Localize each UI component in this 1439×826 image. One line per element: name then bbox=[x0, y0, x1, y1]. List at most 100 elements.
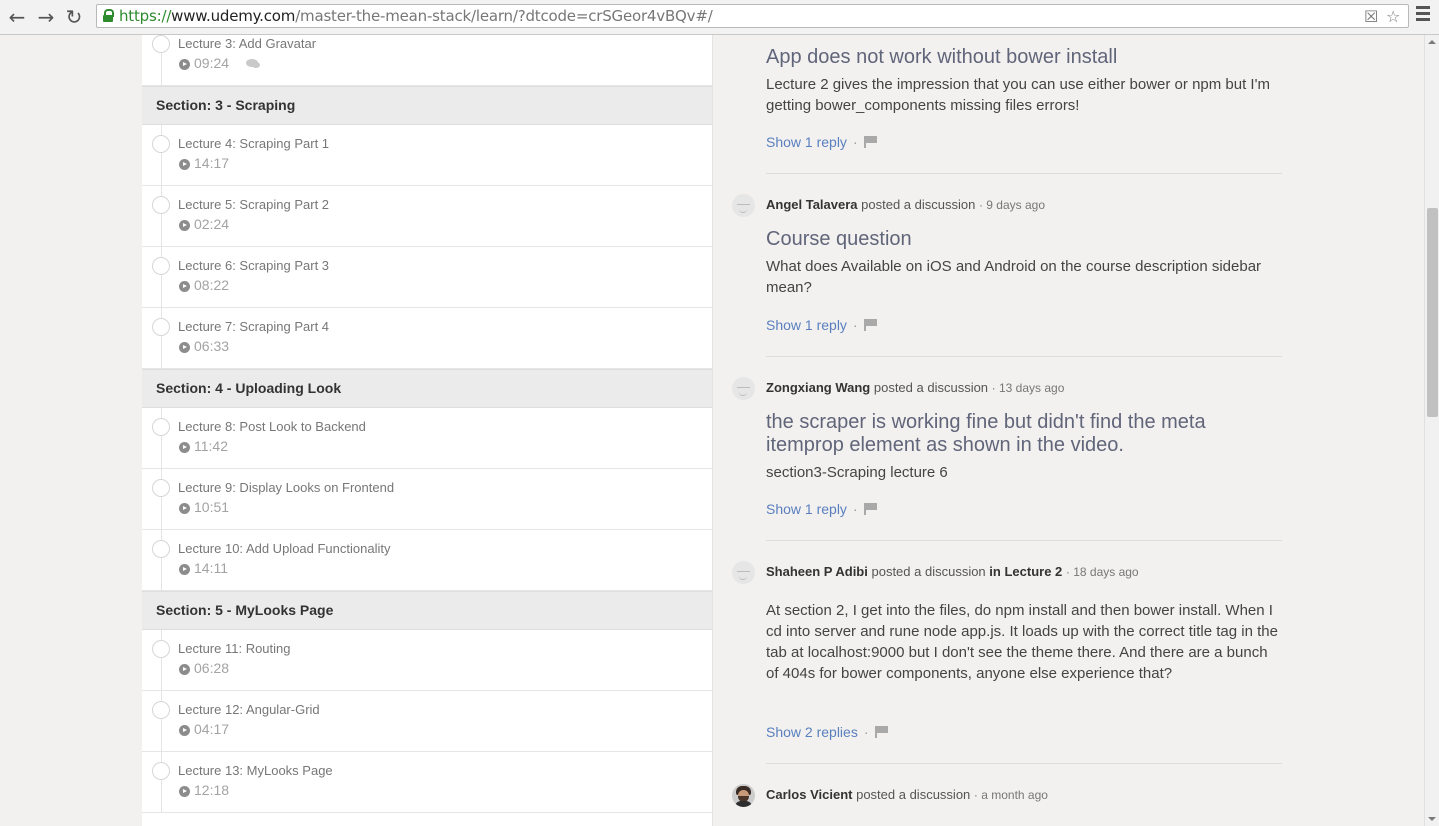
lecture-duration: 10:51 bbox=[194, 499, 230, 515]
curriculum-list: Lecture 3: Add Gravatar 09:24 Section: 3 -… bbox=[142, 35, 713, 826]
progress-circle-icon[interactable] bbox=[152, 196, 170, 214]
url-path: /master-the-mean-stack/learn/?dtcode=crS… bbox=[295, 7, 713, 25]
progress-circle-icon[interactable] bbox=[152, 257, 170, 275]
flag-icon[interactable] bbox=[863, 319, 878, 331]
show-replies-link[interactable]: Show 1 reply bbox=[766, 317, 847, 333]
post-action: posted a discussion bbox=[861, 197, 976, 212]
flag-icon[interactable] bbox=[863, 503, 878, 515]
lecture-duration: 04:17 bbox=[194, 721, 230, 737]
author-name[interactable]: Carlos Vicient bbox=[766, 787, 852, 802]
scroll-down-arrow-icon[interactable] bbox=[1428, 817, 1436, 821]
lecture-duration: 11:42 bbox=[194, 438, 228, 454]
discussion-title[interactable]: App does not work without bower install bbox=[766, 46, 1276, 69]
lecture-item[interactable]: Lecture 7: Scraping Part 4 06:33 bbox=[142, 308, 712, 369]
post-time: · a month ago bbox=[973, 788, 1048, 802]
lecture-item[interactable]: Lecture 5: Scraping Part 2 02:24 bbox=[142, 186, 712, 247]
discussion-actions: Show 1 reply · bbox=[766, 317, 878, 333]
avatar[interactable] bbox=[732, 377, 755, 400]
show-replies-link[interactable]: Show 1 reply bbox=[766, 134, 847, 150]
post-time: · 18 days ago bbox=[1065, 565, 1139, 579]
divider bbox=[766, 763, 1282, 764]
lecture-title[interactable]: Lecture 10: Add Upload Functionality bbox=[178, 541, 390, 556]
lecture-item[interactable]: Lecture 12: Angular-Grid 04:17 bbox=[142, 691, 712, 752]
url-text[interactable]: https://www.udemy.com/master-the-mean-st… bbox=[119, 7, 713, 25]
lecture-item[interactable]: Lecture 10: Add Upload Functionality 14:1… bbox=[142, 530, 712, 591]
show-replies-link[interactable]: Show 1 reply bbox=[766, 501, 847, 517]
play-icon bbox=[179, 59, 190, 70]
lecture-duration: 14:17 bbox=[194, 155, 230, 171]
reload-icon[interactable]: ↻ bbox=[62, 5, 86, 29]
lecture-item[interactable]: Lecture 3: Add Gravatar 09:24 bbox=[142, 35, 712, 86]
avatar[interactable] bbox=[732, 561, 755, 584]
address-bar[interactable]: https://www.udemy.com/master-the-mean-st… bbox=[96, 4, 1409, 28]
post-action: posted a discussion bbox=[856, 787, 971, 802]
discussion-meta: Angel Talavera posted a discussion · 9 d… bbox=[766, 197, 1045, 212]
divider bbox=[766, 540, 1282, 541]
post-time: · 9 days ago bbox=[978, 198, 1046, 212]
lecture-item[interactable]: Lecture 4: Scraping Part 1 14:17 bbox=[142, 125, 712, 186]
forward-arrow-icon[interactable]: → bbox=[34, 5, 58, 29]
flag-icon[interactable] bbox=[874, 726, 889, 738]
progress-circle-icon[interactable] bbox=[152, 418, 170, 436]
play-icon bbox=[179, 564, 190, 575]
lecture-duration: 12:18 bbox=[194, 782, 230, 798]
avatar[interactable] bbox=[732, 784, 755, 807]
lecture-item[interactable]: Lecture 6: Scraping Part 3 08:22 bbox=[142, 247, 712, 308]
author-name[interactable]: Angel Talavera bbox=[766, 197, 858, 212]
section-header: Section: 3 - Scraping bbox=[142, 86, 712, 125]
lecture-title[interactable]: Lecture 9: Display Looks on Frontend bbox=[178, 480, 394, 495]
discussion-meta: Carlos Vicient posted a discussion · a m… bbox=[766, 787, 1048, 802]
author-name[interactable]: Zongxiang Wang bbox=[766, 380, 870, 395]
lecture-item[interactable]: Lecture 8: Post Look to Backend 11:42 bbox=[142, 408, 712, 469]
play-icon bbox=[179, 503, 190, 514]
lecture-title[interactable]: Lecture 8: Post Look to Backend bbox=[178, 419, 366, 434]
lecture-duration: 06:33 bbox=[194, 338, 230, 354]
section-header: Section: 4 - Uploading Look bbox=[142, 369, 712, 408]
post-action: posted a discussion bbox=[873, 380, 989, 395]
discussion-bubble-icon[interactable] bbox=[246, 59, 260, 68]
lecture-title[interactable]: Lecture 4: Scraping Part 1 bbox=[178, 136, 329, 151]
lecture-title[interactable]: Lecture 5: Scraping Part 2 bbox=[178, 197, 329, 212]
progress-circle-icon[interactable] bbox=[152, 318, 170, 336]
lecture-link[interactable]: in Lecture 2 bbox=[989, 564, 1062, 579]
discussion-title[interactable]: the scraper is working fine but didn't f… bbox=[766, 411, 1276, 457]
progress-circle-icon[interactable] bbox=[152, 540, 170, 558]
divider bbox=[766, 173, 1282, 174]
progress-circle-icon[interactable] bbox=[152, 701, 170, 719]
lecture-duration: 14:11 bbox=[194, 560, 228, 576]
progress-circle-icon[interactable] bbox=[152, 135, 170, 153]
lecture-item[interactable]: Lecture 9: Display Looks on Frontend 10:5… bbox=[142, 469, 712, 530]
lecture-title[interactable]: Lecture 6: Scraping Part 3 bbox=[178, 258, 329, 273]
discussion-title[interactable]: Course question bbox=[766, 228, 1276, 251]
section-title: Section: 4 - Uploading Look bbox=[156, 380, 342, 396]
progress-circle-icon[interactable] bbox=[152, 35, 170, 53]
flag-icon[interactable] bbox=[863, 136, 878, 148]
avatar[interactable] bbox=[732, 194, 755, 217]
author-name[interactable]: Shaheen P Adibi bbox=[766, 564, 868, 579]
play-icon bbox=[179, 281, 190, 292]
lecture-item[interactable]: Lecture 11: Routing 06:28 bbox=[142, 630, 712, 691]
scrollbar-thumb[interactable] bbox=[1427, 208, 1438, 417]
section-title: Section: 5 - MyLooks Page bbox=[156, 602, 334, 618]
discussion-body: section3-Scraping lecture 6 bbox=[766, 464, 948, 481]
play-icon bbox=[179, 664, 190, 675]
lecture-title[interactable]: Lecture 13: MyLooks Page bbox=[178, 763, 333, 778]
page-scrollbar[interactable] bbox=[1424, 35, 1439, 826]
progress-circle-icon[interactable] bbox=[152, 479, 170, 497]
url-host: www.udemy.com bbox=[171, 7, 296, 25]
lecture-title[interactable]: Lecture 11: Routing bbox=[178, 641, 291, 656]
show-replies-link[interactable]: Show 2 replies bbox=[766, 724, 858, 740]
progress-circle-icon[interactable] bbox=[152, 640, 170, 658]
bookmark-star-icon[interactable]: ☆ bbox=[1386, 7, 1400, 26]
browser-menu-icon[interactable] bbox=[1416, 6, 1430, 26]
lecture-item[interactable]: Lecture 13: MyLooks Page 12:18 bbox=[142, 752, 712, 813]
lecture-title[interactable]: Lecture 7: Scraping Part 4 bbox=[178, 319, 329, 334]
lecture-title[interactable]: Lecture 12: Angular-Grid bbox=[178, 702, 320, 717]
discussion-body: At section 2, I get into the files, do n… bbox=[766, 602, 1278, 682]
extension-blocked-icon[interactable]: ☒ bbox=[1364, 7, 1378, 26]
discussion-actions: Show 1 reply · bbox=[766, 501, 878, 517]
lecture-title[interactable]: Lecture 3: Add Gravatar bbox=[178, 36, 316, 51]
back-arrow-icon[interactable]: ← bbox=[5, 5, 29, 29]
scroll-up-arrow-icon[interactable] bbox=[1428, 40, 1436, 44]
progress-circle-icon[interactable] bbox=[152, 762, 170, 780]
